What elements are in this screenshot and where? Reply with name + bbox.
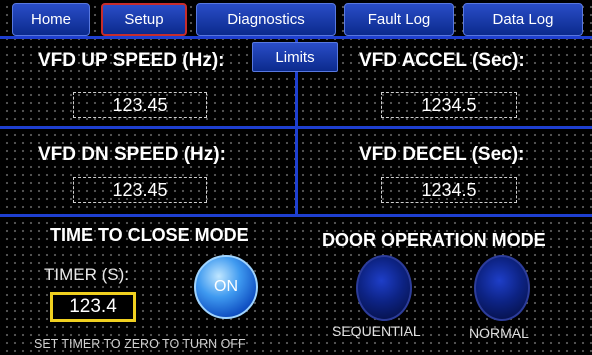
door-operation-title: DOOR OPERATION MODE xyxy=(322,230,546,250)
vfd-up-speed-label: VFD UP SPEED (Hz): xyxy=(38,50,225,71)
tab-setup[interactable]: Setup xyxy=(101,3,187,36)
vfd-dn-speed-label: VFD DN SPEED (Hz): xyxy=(38,144,226,165)
tab-diagnostics[interactable]: Diagnostics xyxy=(196,3,336,36)
sequential-mode-button[interactable] xyxy=(356,255,412,321)
vfd-accel-label: VFD ACCEL (Sec): xyxy=(359,50,525,71)
vfd-dn-speed-input[interactable]: 123.45 xyxy=(73,177,207,203)
timer-label: TIMER (S): xyxy=(44,265,129,284)
time-to-close-on-button[interactable]: ON xyxy=(194,255,258,319)
sequential-mode-label: SEQUENTIAL xyxy=(332,323,421,339)
vfd-decel-label: VFD DECEL (Sec): xyxy=(359,144,525,165)
hmi-screen: Home Setup Diagnostics Fault Log Data Lo… xyxy=(0,0,592,355)
vfd-up-speed-input[interactable]: 123.45 xyxy=(73,92,207,118)
vfd-decel-input[interactable]: 1234.5 xyxy=(381,177,517,203)
limits-button[interactable]: Limits xyxy=(252,42,338,72)
vfd-accel-input[interactable]: 1234.5 xyxy=(381,92,517,118)
timer-input[interactable]: 123.4 xyxy=(50,292,136,322)
normal-mode-button[interactable] xyxy=(474,255,530,321)
normal-mode-label: NORMAL xyxy=(469,325,529,341)
tab-fault-log[interactable]: Fault Log xyxy=(344,3,454,36)
tab-data-log[interactable]: Data Log xyxy=(463,3,583,36)
tab-home[interactable]: Home xyxy=(12,3,90,36)
timer-hint-text: SET TIMER TO ZERO TO TURN OFF xyxy=(34,337,246,351)
on-button-label: ON xyxy=(214,278,238,295)
time-to-close-title: TIME TO CLOSE MODE xyxy=(50,225,249,245)
